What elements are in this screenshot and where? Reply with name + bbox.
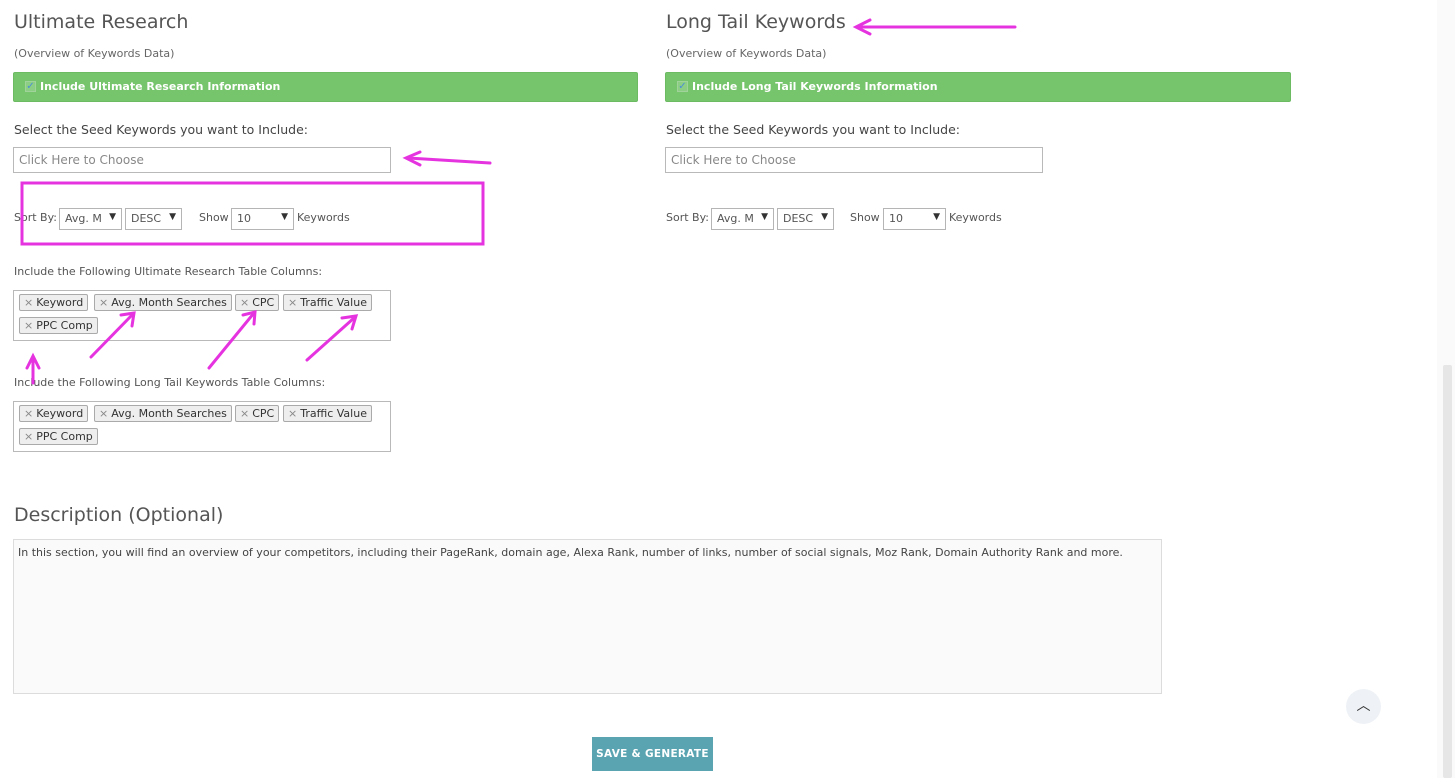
include-long-tail-label: Include Long Tail Keywords Information [692, 80, 938, 93]
checkbox-checked-icon[interactable]: ✓ [25, 81, 36, 92]
long-tail-columns-tagbox[interactable]: × Keyword × Avg. Month Searches × CPC × Traf… [13, 401, 391, 452]
show-count-value: 10 [237, 212, 251, 225]
include-ultimate-research-toggle[interactable]: ✓ Include Ultimate Research Information [13, 72, 638, 102]
ultimate-columns-tagbox[interactable]: × Keyword × Avg. Month Searches × CPC × Traf… [13, 290, 391, 341]
lt-column-tag-avg-month-searches[interactable]: × Avg. Month Searches [94, 405, 232, 422]
lt-sort-order-select[interactable]: DESC ▼ [777, 208, 834, 230]
long-tail-columns-label: Include the Following Long Tail Keywords… [14, 376, 326, 389]
column-tag-avg-month-searches[interactable]: × Avg. Month Searches [94, 294, 232, 311]
show-count-select[interactable]: 10 ▼ [231, 208, 294, 230]
lt-seed-keywords-label: Select the Seed Keywords you want to Inc… [666, 122, 960, 137]
caret-down-icon: ▼ [109, 212, 116, 222]
remove-x-icon[interactable]: × [24, 430, 33, 443]
lt-show-count-select[interactable]: 10 ▼ [883, 208, 946, 230]
caret-down-icon: ▼ [281, 212, 288, 222]
column-tag-cpc[interactable]: × CPC [235, 294, 280, 311]
remove-x-icon[interactable]: × [240, 296, 249, 309]
sort-order-value: DESC [131, 212, 162, 225]
ultimate-research-title: Ultimate Research [14, 11, 189, 33]
long-tail-subtitle: (Overview of Keywords Data) [666, 47, 827, 60]
sort-field-select[interactable]: Avg. M ▼ [59, 208, 122, 230]
remove-x-icon[interactable]: × [99, 407, 108, 420]
include-ultimate-research-label: Include Ultimate Research Information [40, 80, 281, 93]
ultimate-columns-label: Include the Following Ultimate Research … [14, 265, 323, 278]
caret-down-icon: ▼ [761, 212, 768, 222]
column-tag-traffic-value[interactable]: × Traffic Value [283, 294, 372, 311]
checkbox-checked-icon[interactable]: ✓ [677, 81, 688, 92]
lt-sort-order-value: DESC [783, 212, 814, 225]
lt-sort-by-label: Sort By: [666, 211, 710, 224]
lt-column-tag-ppc-comp[interactable]: × PPC Comp [19, 428, 98, 445]
chevron-up-icon[interactable]: ︿ [1346, 689, 1381, 724]
lt-keywords-label: Keywords [949, 211, 1002, 224]
description-text: In this section, you will find an overvi… [18, 546, 1123, 559]
column-tag-ppc-comp[interactable]: × PPC Comp [19, 317, 98, 334]
ultimate-research-subtitle: (Overview of Keywords Data) [14, 47, 175, 60]
lt-column-tag-keyword[interactable]: × Keyword [19, 405, 89, 422]
long-tail-title: Long Tail Keywords [666, 11, 846, 33]
page-scrollbar-thumb[interactable] [1443, 365, 1452, 778]
sort-field-value: Avg. M [65, 212, 102, 225]
lt-column-tag-traffic-value[interactable]: × Traffic Value [283, 405, 372, 422]
annotation-arrow [406, 156, 492, 165]
keywords-label: Keywords [297, 211, 350, 224]
remove-x-icon[interactable]: × [99, 296, 108, 309]
remove-x-icon[interactable]: × [24, 296, 33, 309]
seed-keywords-label: Select the Seed Keywords you want to Inc… [14, 122, 308, 137]
caret-down-icon: ▼ [933, 212, 940, 222]
remove-x-icon[interactable]: × [240, 407, 249, 420]
include-long-tail-toggle[interactable]: ✓ Include Long Tail Keywords Information [665, 72, 1291, 102]
seed-keywords-input[interactable]: Click Here to Choose [13, 147, 391, 173]
caret-down-icon: ▼ [821, 212, 828, 222]
lt-show-count-value: 10 [889, 212, 903, 225]
sort-by-label: Sort By: [14, 211, 58, 224]
lt-show-label: Show [850, 211, 880, 224]
remove-x-icon[interactable]: × [24, 319, 33, 332]
description-textarea[interactable]: In this section, you will find an overvi… [13, 539, 1162, 694]
show-label: Show [199, 211, 229, 224]
remove-x-icon[interactable]: × [288, 296, 297, 309]
remove-x-icon[interactable]: × [24, 407, 33, 420]
lt-seed-keywords-input[interactable]: Click Here to Choose [665, 147, 1043, 173]
caret-down-icon: ▼ [169, 212, 176, 222]
remove-x-icon[interactable]: × [288, 407, 297, 420]
lt-column-tag-cpc[interactable]: × CPC [235, 405, 280, 422]
description-title: Description (Optional) [14, 504, 224, 526]
column-tag-keyword[interactable]: × Keyword [19, 294, 89, 311]
sort-order-select[interactable]: DESC ▼ [125, 208, 182, 230]
lt-sort-field-value: Avg. M [717, 212, 754, 225]
lt-sort-field-select[interactable]: Avg. M ▼ [711, 208, 774, 230]
save-generate-button[interactable]: SAVE & GENERATE [592, 737, 713, 771]
